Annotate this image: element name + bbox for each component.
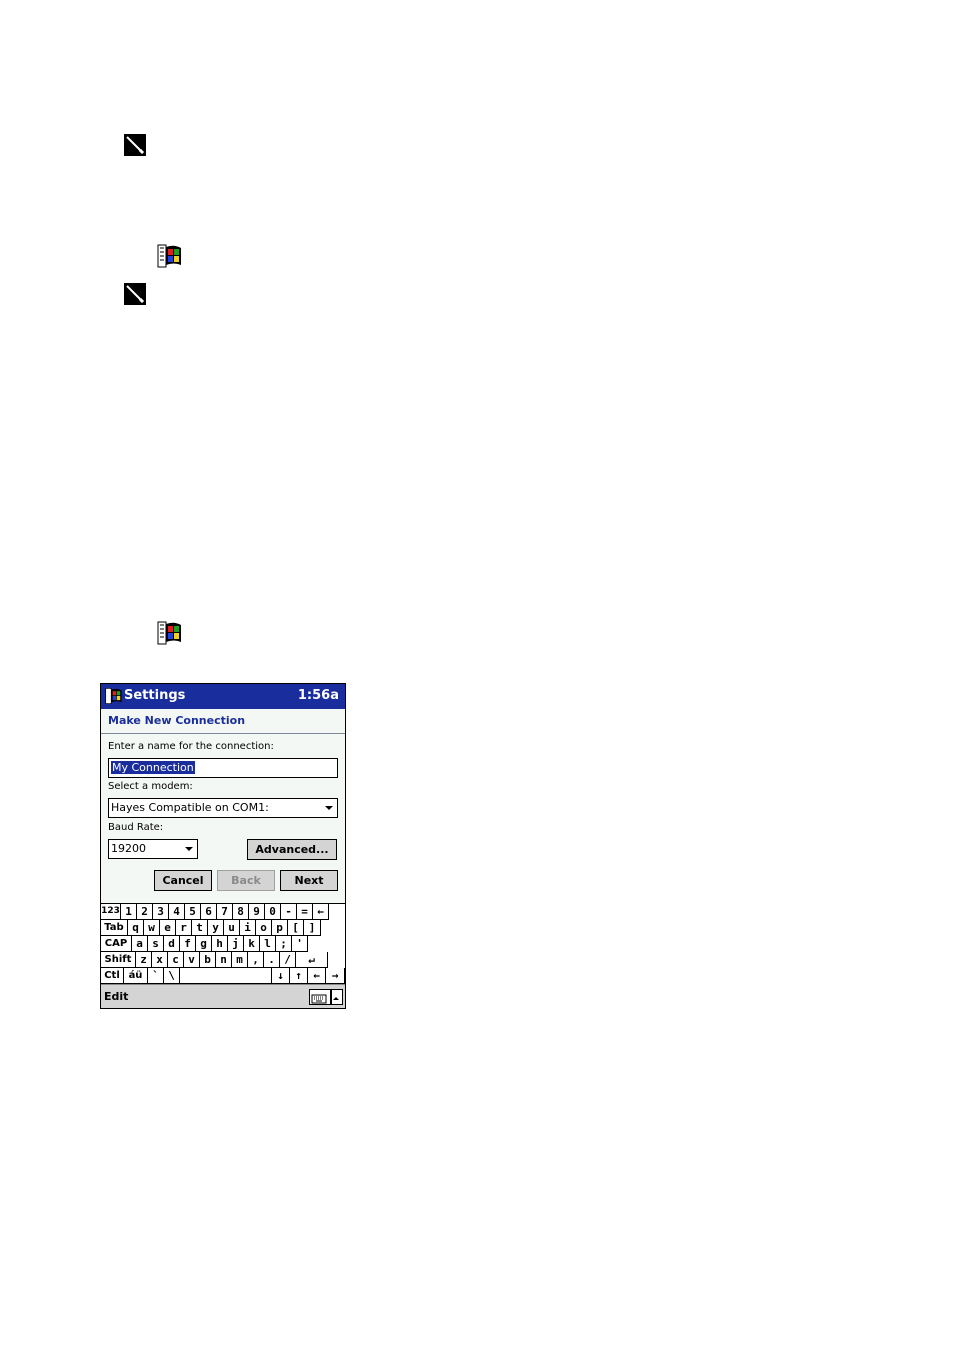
key-period[interactable]: .	[264, 952, 280, 968]
key-accents[interactable]: áü	[124, 968, 148, 984]
key-w[interactable]: w	[144, 920, 160, 936]
key-9[interactable]: 9	[249, 904, 265, 920]
key-8[interactable]: 8	[233, 904, 249, 920]
key-x[interactable]: x	[152, 952, 168, 968]
chevron-down-icon	[325, 806, 333, 810]
stylus-icon	[124, 134, 146, 156]
key-s[interactable]: s	[148, 936, 164, 952]
advanced-button[interactable]: Advanced...	[247, 839, 337, 860]
keyboard-row-3: CAP a s d f g h j k l ; '	[101, 936, 308, 952]
key-6[interactable]: 6	[201, 904, 217, 920]
next-button[interactable]: Next	[280, 870, 338, 891]
keyboard-icon[interactable]	[309, 989, 331, 1005]
app-title: Settings	[124, 688, 186, 703]
chevron-down-icon	[185, 847, 193, 851]
connection-name-value: My Connection	[111, 761, 195, 774]
key-arrow-left[interactable]: ←	[308, 968, 326, 984]
key-arrow-up[interactable]: ↑	[290, 968, 308, 984]
clock[interactable]: 1:56a	[298, 688, 339, 703]
keyboard-row-2: Tab q w e r t y u i o p [ ]	[101, 920, 321, 936]
chevron-up-icon[interactable]	[331, 989, 343, 1005]
key-equals[interactable]: =	[297, 904, 313, 920]
key-n[interactable]: n	[216, 952, 232, 968]
key-u[interactable]: u	[224, 920, 240, 936]
start-menu-icon[interactable]	[105, 687, 123, 705]
key-left-bracket[interactable]: [	[288, 920, 304, 936]
baud-rate-value: 19200	[111, 842, 146, 855]
key-semicolon[interactable]: ;	[276, 936, 292, 952]
modem-value: Hayes Compatible on COM1:	[111, 801, 269, 814]
key-b[interactable]: b	[200, 952, 216, 968]
key-space[interactable]	[180, 968, 272, 984]
edit-menu[interactable]: Edit	[104, 990, 128, 1003]
key-f[interactable]: f	[180, 936, 196, 952]
key-h[interactable]: h	[212, 936, 228, 952]
key-m[interactable]: m	[232, 952, 248, 968]
key-z[interactable]: z	[136, 952, 152, 968]
title-bar: Settings 1:56a	[101, 684, 345, 709]
page-title: Make New Connection	[108, 714, 246, 727]
page-heading: Make New Connection	[101, 709, 345, 734]
key-q[interactable]: q	[128, 920, 144, 936]
key-slash[interactable]: /	[280, 952, 296, 968]
key-e[interactable]: e	[160, 920, 176, 936]
stylus-icon	[124, 283, 146, 305]
key-123[interactable]: 123	[101, 904, 121, 920]
key-backslash[interactable]: \	[164, 968, 180, 984]
keyboard-row-4: Shift z x c v b n m , . / ↵	[101, 952, 328, 968]
connection-name-input[interactable]: My Connection	[108, 758, 338, 778]
key-o[interactable]: o	[256, 920, 272, 936]
key-1[interactable]: 1	[121, 904, 137, 920]
baud-rate-select[interactable]: 19200	[108, 839, 198, 859]
pocketpc-screen: Settings 1:56a Make New Connection Enter…	[100, 683, 346, 1009]
baud-rate-label: Baud Rate:	[108, 822, 164, 833]
key-arrow-down[interactable]: ↓	[272, 968, 290, 984]
key-shift[interactable]: Shift	[101, 952, 136, 968]
key-enter[interactable]: ↵	[296, 952, 328, 968]
key-y[interactable]: y	[208, 920, 224, 936]
key-backtick[interactable]: `	[148, 968, 164, 984]
key-t[interactable]: t	[192, 920, 208, 936]
key-right-bracket[interactable]: ]	[304, 920, 321, 936]
key-l[interactable]: l	[260, 936, 276, 952]
connection-name-label: Enter a name for the connection:	[108, 741, 274, 752]
cancel-button[interactable]: Cancel	[154, 870, 212, 891]
key-7[interactable]: 7	[217, 904, 233, 920]
keyboard-row-1: 123 1 2 3 4 5 6 7 8 9 0 - = ←	[101, 904, 329, 920]
key-i[interactable]: i	[240, 920, 256, 936]
windows-flag-icon	[157, 620, 183, 646]
key-backspace[interactable]: ←	[313, 904, 329, 920]
soft-keyboard: 123 1 2 3 4 5 6 7 8 9 0 - = ← Tab q w e …	[101, 903, 345, 985]
back-button[interactable]: Back	[217, 870, 275, 891]
key-j[interactable]: j	[228, 936, 244, 952]
key-a[interactable]: a	[132, 936, 148, 952]
key-0[interactable]: 0	[265, 904, 281, 920]
key-arrow-right[interactable]: →	[326, 968, 345, 984]
key-tab[interactable]: Tab	[101, 920, 128, 936]
keyboard-row-5: Ctl áü ` \ ↓ ↑ ← →	[101, 968, 345, 984]
modem-label: Select a modem:	[108, 781, 193, 792]
key-p[interactable]: p	[272, 920, 288, 936]
key-c[interactable]: c	[168, 952, 184, 968]
key-2[interactable]: 2	[137, 904, 153, 920]
key-4[interactable]: 4	[169, 904, 185, 920]
key-ctrl[interactable]: Ctl	[101, 968, 124, 984]
windows-flag-icon	[157, 243, 183, 269]
key-caps[interactable]: CAP	[101, 936, 132, 952]
key-comma[interactable]: ,	[248, 952, 264, 968]
key-v[interactable]: v	[184, 952, 200, 968]
key-quote[interactable]: '	[292, 936, 308, 952]
key-minus[interactable]: -	[281, 904, 297, 920]
key-r[interactable]: r	[176, 920, 192, 936]
key-k[interactable]: k	[244, 936, 260, 952]
modem-select[interactable]: Hayes Compatible on COM1:	[108, 798, 338, 818]
key-d[interactable]: d	[164, 936, 180, 952]
key-5[interactable]: 5	[185, 904, 201, 920]
key-3[interactable]: 3	[153, 904, 169, 920]
key-g[interactable]: g	[196, 936, 212, 952]
menu-bar: Edit	[101, 984, 345, 1008]
